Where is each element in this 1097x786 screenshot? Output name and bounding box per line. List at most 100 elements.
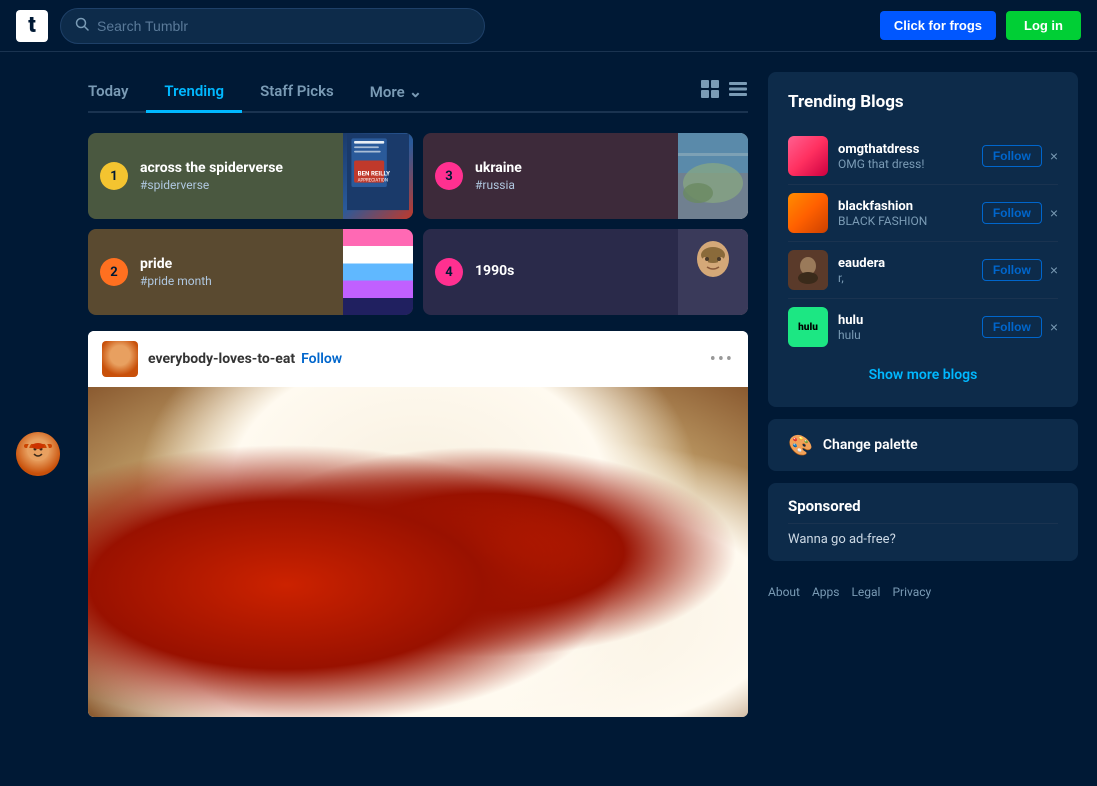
blog-avatar-hulu: hulu	[788, 307, 828, 347]
trend-card-ukraine[interactable]: 3 ukraine #russia	[423, 133, 748, 219]
chevron-down-icon: ⌄	[409, 82, 422, 101]
trend-rank-ukraine: 3	[435, 162, 463, 190]
palette-label: Change palette	[823, 437, 918, 453]
frogs-button[interactable]: Click for frogs	[880, 11, 996, 40]
blog-desc-hulu: hulu	[838, 328, 972, 342]
blog-actions-hulu: Follow ×	[982, 316, 1058, 338]
trending-grid: 1 across the spiderverse #spiderverse BE…	[88, 133, 748, 315]
trend-sub-ukraine: #russia	[475, 178, 678, 192]
tab-more-label: More	[370, 83, 405, 101]
sponsored-text: Wanna go ad-free?	[788, 532, 1058, 547]
trend-title-1990s: 1990s	[475, 263, 678, 280]
search-input[interactable]	[97, 18, 470, 34]
tabs-nav: Today Trending Staff Picks More ⌄	[88, 72, 748, 113]
trending-blogs-title: Trending Blogs	[788, 92, 1058, 112]
blog-name-eaudera: eaudera	[838, 256, 972, 271]
trend-text-1990s: 1990s	[475, 263, 678, 282]
follow-button-blackfashion[interactable]: Follow	[982, 202, 1042, 224]
view-toggle	[700, 79, 748, 104]
show-more-blogs-button[interactable]: Show more blogs	[788, 355, 1058, 387]
blog-actions-eaudera: Follow ×	[982, 259, 1058, 281]
sponsored-card: Sponsored Wanna go ad-free?	[768, 483, 1078, 561]
svg-text:APPRECIATION: APPRECIATION	[358, 178, 388, 184]
trending-blogs-card: Trending Blogs omgthatdress OMG that dre…	[768, 72, 1078, 407]
blog-desc-omgthatdress: OMG that dress!	[838, 157, 972, 171]
search-icon	[75, 17, 89, 35]
login-button[interactable]: Log in	[1006, 11, 1081, 40]
blog-info-eaudera: eaudera r,	[838, 256, 972, 285]
trend-image-1: BEN REILLY APPRECIATION	[343, 133, 413, 219]
tab-more[interactable]: More ⌄	[352, 72, 440, 111]
dismiss-button-eaudera[interactable]: ×	[1050, 262, 1058, 278]
trend-card-1[interactable]: 1 across the spiderverse #spiderverse BE…	[88, 133, 413, 219]
blog-name-omgthatdress: omgthatdress	[838, 142, 972, 157]
grid-view-icon[interactable]	[700, 79, 720, 104]
svg-text:BEN REILLY: BEN REILLY	[358, 170, 390, 178]
post-avatar	[102, 341, 138, 377]
tab-staff-picks[interactable]: Staff Picks	[242, 72, 352, 113]
trend-title-1: across the spiderverse	[140, 160, 343, 177]
blog-avatar-blackfashion	[788, 193, 828, 233]
trend-image-ukraine	[678, 133, 748, 219]
follow-button-omgthatdress[interactable]: Follow	[982, 145, 1042, 167]
change-palette-card[interactable]: 🎨 Change palette	[768, 419, 1078, 471]
trend-rank-pride: 2	[100, 258, 128, 286]
dismiss-button-omgthatdress[interactable]: ×	[1050, 148, 1058, 164]
blog-info-hulu: hulu hulu	[838, 313, 972, 342]
header: t Click for frogs Log in	[0, 0, 1097, 52]
trend-card-pride[interactable]: 2 pride #pride month	[88, 229, 413, 315]
main-content: Today Trending Staff Picks More ⌄	[88, 72, 748, 717]
palette-icon: 🎨	[788, 433, 813, 457]
footer-link-privacy[interactable]: Privacy	[892, 585, 931, 599]
blog-item-omgthatdress: omgthatdress OMG that dress! Follow ×	[788, 128, 1058, 185]
trend-text-1: across the spiderverse #spiderverse	[140, 160, 343, 193]
blog-avatar-omgthatdress	[788, 136, 828, 176]
main-layout: Today Trending Staff Picks More ⌄	[0, 52, 1097, 737]
user-avatar[interactable]	[16, 432, 60, 476]
trend-card-1990s[interactable]: 4 1990s	[423, 229, 748, 315]
blog-item-eaudera: eaudera r, Follow ×	[788, 242, 1058, 299]
avatar-image	[16, 432, 60, 476]
blog-actions-omgthatdress: Follow ×	[982, 145, 1058, 167]
sponsored-title: Sponsored	[788, 497, 1058, 524]
trend-text-ukraine: ukraine #russia	[475, 160, 678, 193]
trend-title-ukraine: ukraine	[475, 160, 678, 177]
footer-link-about[interactable]: About	[768, 585, 800, 599]
post-follow-button[interactable]: Follow	[301, 351, 342, 367]
tab-trending[interactable]: Trending	[146, 72, 242, 113]
search-bar[interactable]	[60, 8, 485, 44]
blog-avatar-eaudera	[788, 250, 828, 290]
footer-link-apps[interactable]: Apps	[812, 585, 840, 599]
footer-link-legal[interactable]: Legal	[851, 585, 880, 599]
blog-info-omgthatdress: omgthatdress OMG that dress!	[838, 142, 972, 171]
blog-desc-eaudera: r,	[838, 271, 972, 285]
blog-item-blackfashion: blackfashion BLACK FASHION Follow ×	[788, 185, 1058, 242]
trend-rank-1: 1	[100, 162, 128, 190]
post-username[interactable]: everybody-loves-to-eat	[148, 351, 295, 367]
trend-title-pride: pride	[140, 256, 343, 273]
post-card: everybody-loves-to-eat Follow •••	[88, 331, 748, 717]
trend-rank-1990s: 4	[435, 258, 463, 286]
list-view-icon[interactable]	[728, 79, 748, 104]
tab-today[interactable]: Today	[88, 72, 146, 113]
tumblr-logo[interactable]: t	[16, 10, 48, 42]
trend-image-1990s	[678, 229, 748, 315]
post-image	[88, 387, 748, 717]
trend-image-pride	[343, 229, 413, 315]
post-header: everybody-loves-to-eat Follow •••	[88, 331, 748, 387]
follow-button-eaudera[interactable]: Follow	[982, 259, 1042, 281]
sidebar-footer: About Apps Legal Privacy	[768, 573, 1078, 611]
dismiss-button-hulu[interactable]: ×	[1050, 319, 1058, 335]
blog-info-blackfashion: blackfashion BLACK FASHION	[838, 199, 972, 228]
follow-button-hulu[interactable]: Follow	[982, 316, 1042, 338]
logo-letter: t	[28, 15, 36, 37]
blog-actions-blackfashion: Follow ×	[982, 202, 1058, 224]
trend-text-pride: pride #pride month	[140, 256, 343, 289]
trend-sub-1: #spiderverse	[140, 178, 343, 192]
blog-name-blackfashion: blackfashion	[838, 199, 972, 214]
trend-sub-pride: #pride month	[140, 274, 343, 288]
left-sidebar	[16, 72, 68, 717]
dismiss-button-blackfashion[interactable]: ×	[1050, 205, 1058, 221]
post-menu-button[interactable]: •••	[710, 349, 734, 370]
blog-name-hulu: hulu	[838, 313, 972, 328]
